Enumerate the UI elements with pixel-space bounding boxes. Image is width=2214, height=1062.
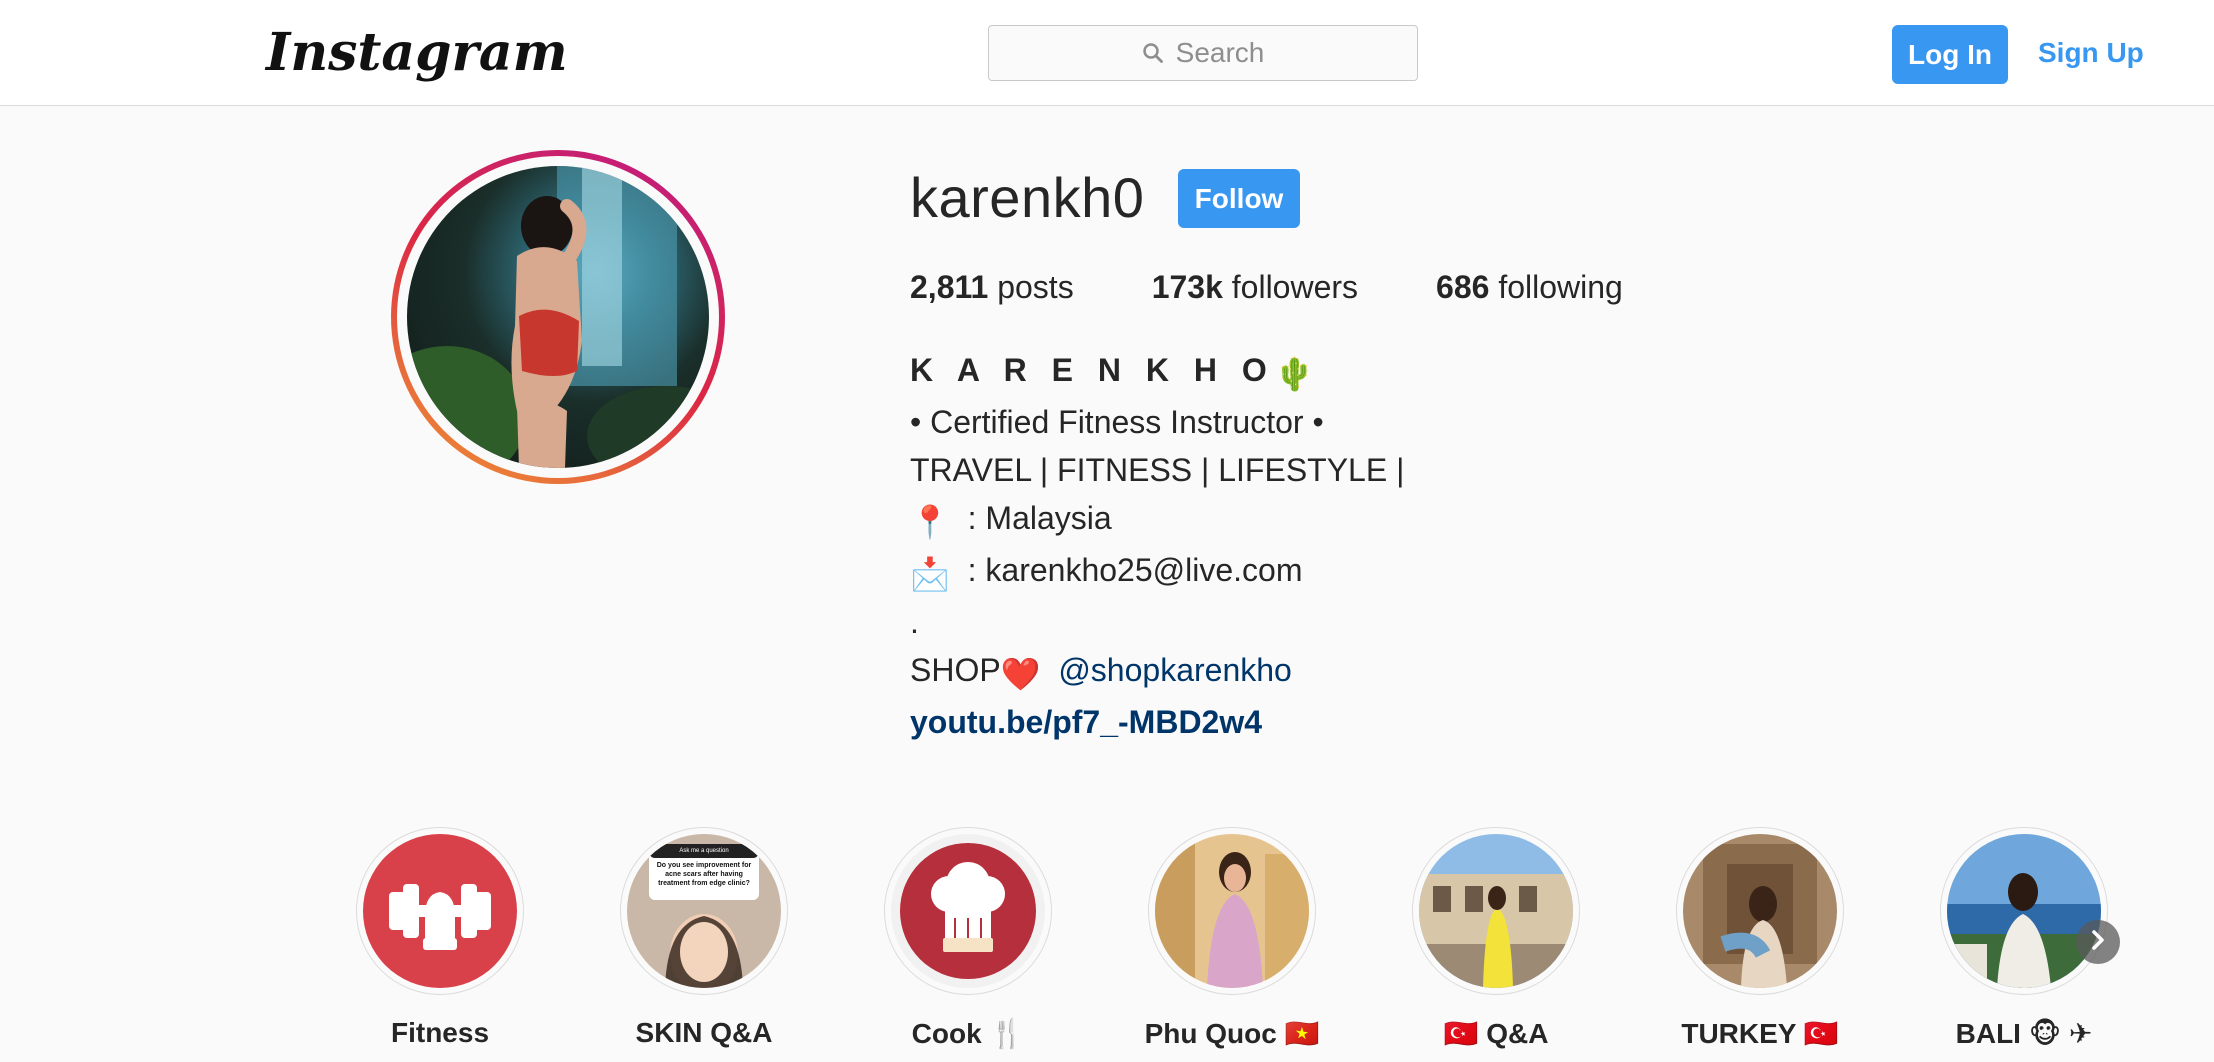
chef-hat-icon	[891, 834, 1045, 988]
bio-email-line: 📩 : karenkho25@live.com	[910, 546, 1404, 598]
bio-line: • Certified Fitness Instructor •	[910, 404, 1324, 440]
bio-full-name-line: K A R E N K H O🌵	[910, 346, 1404, 398]
pin-icon: 📍	[910, 504, 950, 540]
question-sticker-title: Ask me a question	[679, 848, 729, 854]
bio-line: .	[910, 604, 919, 640]
highlight-turkey[interactable]: TURKEY 🇹🇷	[1675, 827, 1845, 1049]
mail-icon: 📩	[910, 556, 950, 592]
bio-shop-text: SHOP	[910, 652, 1001, 688]
stat-following[interactable]: 686 following	[1436, 263, 1623, 311]
top-navigation-bar: Instagram Search Log In Sign Up	[0, 0, 2214, 106]
search-placeholder: Search	[1175, 37, 1265, 68]
highlights-next-button[interactable]	[2076, 920, 2120, 964]
highlight-label: SKIN Q&A	[635, 1017, 773, 1048]
highlight-phu-quoc[interactable]: Phu Quoc 🇻🇳	[1145, 827, 1319, 1049]
highlight-cover	[891, 834, 1045, 988]
highlight-fitness[interactable]: Fitness	[355, 827, 525, 1048]
cactus-emoji: 🌵	[1274, 356, 1315, 392]
highlight-cover: Ask me a question Do you see improvement…	[627, 834, 781, 988]
bio-location-text: : Malaysia	[967, 500, 1112, 536]
follow-button[interactable]: Follow	[1178, 169, 1300, 228]
stat-following-value: 686	[1436, 269, 1490, 305]
instagram-logo[interactable]: Instagram	[266, 20, 568, 86]
stat-following-label: following	[1498, 269, 1623, 305]
stat-posts-label: posts	[997, 269, 1074, 305]
profile-website-link[interactable]: youtu.be/pf7_-MBD2w4	[910, 698, 1404, 746]
profile-bio: K A R E N K H O🌵 • Certified Fitness Ins…	[910, 346, 1404, 746]
highlight-cover	[1947, 834, 2101, 988]
bio-location-line: 📍 : Malaysia	[910, 494, 1404, 546]
profile-full-name: K A R E N K H O	[910, 352, 1275, 388]
stat-followers-label: followers	[1231, 269, 1359, 305]
highlight-cook[interactable]: Cook 🍴	[883, 827, 1053, 1049]
stat-followers-value: 173k	[1151, 269, 1223, 305]
highlight-cover	[363, 834, 517, 988]
search-icon	[1142, 42, 1164, 64]
story-highlights-tray: Fitness Ask me a question Do you see imp…	[355, 827, 2185, 1062]
chevron-right-icon	[2089, 929, 2107, 956]
search-input[interactable]: Search	[988, 25, 1418, 81]
signup-link[interactable]: Sign Up	[2038, 25, 2144, 81]
bio-email-text: : karenkho25@live.com	[967, 552, 1303, 588]
stat-posts-value: 2,811	[910, 269, 989, 305]
heart-emoji: ❤️	[1000, 656, 1041, 692]
bio-shop-line: SHOP❤️ @shopkarenkho	[910, 646, 1404, 698]
highlight-cover	[1155, 834, 1309, 988]
highlight-turkey-qa[interactable]: 🇹🇷 Q&A	[1411, 827, 1581, 1049]
highlight-bali[interactable]: BALI 🐵 ✈	[1939, 827, 2109, 1049]
highlight-label: 🇹🇷 Q&A	[1443, 1018, 1549, 1049]
highlight-label: Cook 🍴	[911, 1018, 1025, 1049]
dumbbell-icon	[363, 834, 517, 988]
bio-line: TRAVEL | FITNESS | LIFESTYLE |	[910, 452, 1405, 488]
highlight-skin-qa[interactable]: Ask me a question Do you see improvement…	[619, 827, 789, 1048]
question-sticker-text: Do you see improvement for acne scars af…	[656, 862, 752, 887]
avatar-photo	[407, 166, 709, 468]
profile-username: karenkh0	[910, 166, 1145, 229]
highlight-label: BALI 🐵 ✈	[1955, 1018, 2093, 1049]
stat-posts: 2,811 posts	[910, 263, 1074, 311]
profile-stats: 2,811 posts 173k followers 686 following	[910, 263, 1701, 311]
login-button[interactable]: Log In	[1892, 25, 2008, 84]
highlight-cover	[1683, 834, 1837, 988]
shop-mention-link[interactable]: @shopkarenkho	[1058, 652, 1292, 688]
stat-followers[interactable]: 173k followers	[1152, 263, 1358, 311]
highlight-label: Phu Quoc 🇻🇳	[1144, 1018, 1320, 1049]
highlight-cover	[1419, 834, 1573, 988]
highlight-label: Fitness	[390, 1017, 490, 1048]
profile-avatar[interactable]	[391, 150, 725, 484]
highlight-label: TURKEY 🇹🇷	[1681, 1018, 1839, 1049]
